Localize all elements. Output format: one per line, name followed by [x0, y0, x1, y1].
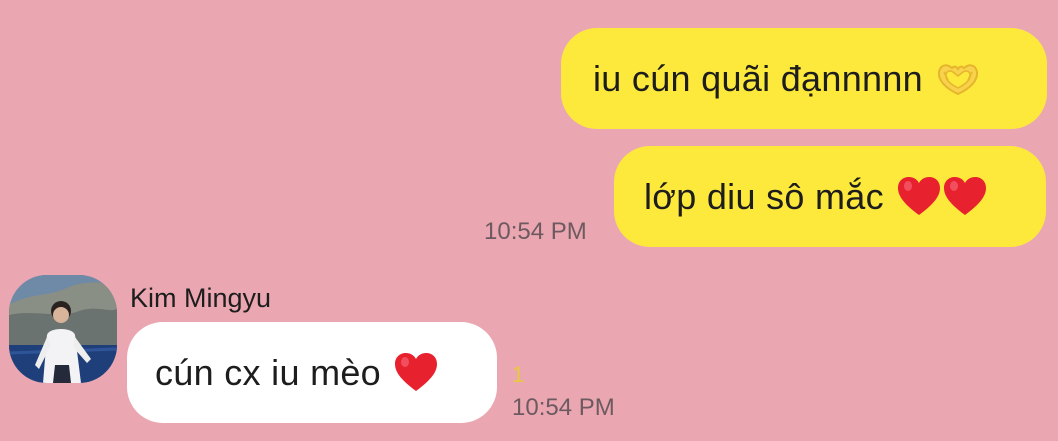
avatar[interactable]	[9, 275, 117, 383]
sender-name: Kim Mingyu	[130, 283, 272, 313]
incoming-message-bubble[interactable]: cún cx iu mèo	[127, 322, 497, 423]
message-text: cún cx iu mèo	[155, 351, 381, 393]
heart-hands-icon	[935, 60, 981, 98]
red-heart-icon	[393, 351, 439, 395]
two-red-hearts-icon	[896, 175, 988, 219]
outgoing-message-bubble[interactable]: iu cún quãi đạnnnnn	[561, 28, 1047, 129]
message-text: iu cún quãi đạnnnnn	[593, 57, 923, 99]
message-timestamp: 10:54 PM	[484, 218, 587, 245]
message-text: lớp diu sô mắc	[644, 175, 884, 217]
message-timestamp: 10:54 PM	[512, 394, 615, 421]
red-heart-icon	[943, 176, 986, 215]
red-heart-icon	[897, 176, 940, 215]
outgoing-message-bubble[interactable]: lớp diu sô mắc	[614, 146, 1046, 247]
unread-count-badge: 1	[512, 362, 525, 387]
